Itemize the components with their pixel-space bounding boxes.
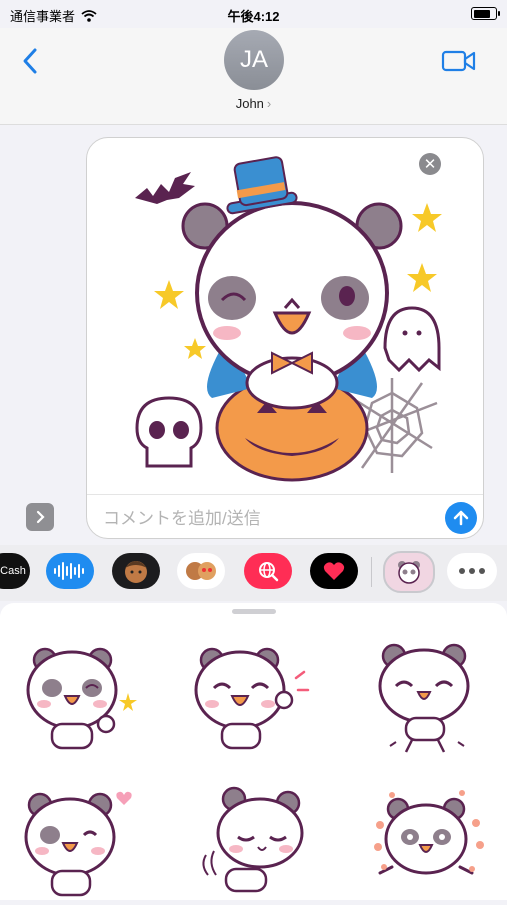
panda-icon [398, 561, 420, 584]
sticker-panda-wink-thumbs-up[interactable] [20, 638, 140, 758]
sticker-panda-heart-hands[interactable] [20, 785, 140, 905]
audio-message-app[interactable] [46, 553, 94, 589]
arrow-up-icon [453, 510, 469, 526]
sticker-panda-waving[interactable] [192, 638, 312, 758]
waveform-icon [54, 562, 84, 580]
contact-name-label: John [235, 96, 264, 111]
compose-card: ✕ [86, 137, 484, 539]
status-bar: 通信事業者 午後4:12 [0, 0, 507, 28]
digital-touch-app[interactable] [310, 553, 358, 589]
sticker-panda-flowers-joy[interactable] [372, 785, 492, 905]
app-drawer-divider [371, 557, 372, 587]
chevron-right-icon [36, 510, 45, 524]
globe-search-icon [259, 562, 279, 582]
sticker-panda-bowing[interactable] [196, 785, 316, 905]
web-images-app[interactable] [244, 553, 292, 589]
video-call-button[interactable] [441, 48, 477, 74]
conversation-header: JA John › [0, 28, 507, 125]
comment-input[interactable] [101, 504, 425, 534]
back-button[interactable] [16, 46, 46, 76]
app-drawer: Cash [0, 545, 507, 601]
comment-divider [87, 494, 483, 495]
chevron-right-icon: › [266, 96, 272, 111]
send-button[interactable] [445, 502, 477, 534]
contact-name[interactable]: John › [0, 96, 507, 111]
sticker-panel [0, 603, 507, 900]
memoji-face-icon [125, 561, 147, 583]
more-apps-button[interactable] [447, 553, 497, 589]
apple-cash-app[interactable]: Cash [0, 553, 30, 589]
panda-sticker-app[interactable] [383, 551, 435, 593]
expand-button[interactable] [26, 503, 54, 531]
halloween-panda-sticker [135, 156, 442, 482]
memoji-stickers-icon [186, 562, 216, 580]
ellipsis-icon [459, 568, 485, 574]
memoji-app-2[interactable] [177, 553, 225, 589]
contact-avatar[interactable]: JA [224, 30, 284, 90]
panel-grabber[interactable] [232, 609, 276, 614]
apple-cash-label: Cash [0, 565, 26, 577]
status-time: 午後4:12 [227, 9, 280, 24]
sticker-panda-dancing[interactable] [372, 638, 492, 758]
battery-icon [471, 7, 500, 20]
memoji-app-1[interactable] [112, 553, 160, 589]
heart-icon [323, 562, 345, 580]
remove-sticker-button[interactable]: ✕ [419, 153, 441, 175]
